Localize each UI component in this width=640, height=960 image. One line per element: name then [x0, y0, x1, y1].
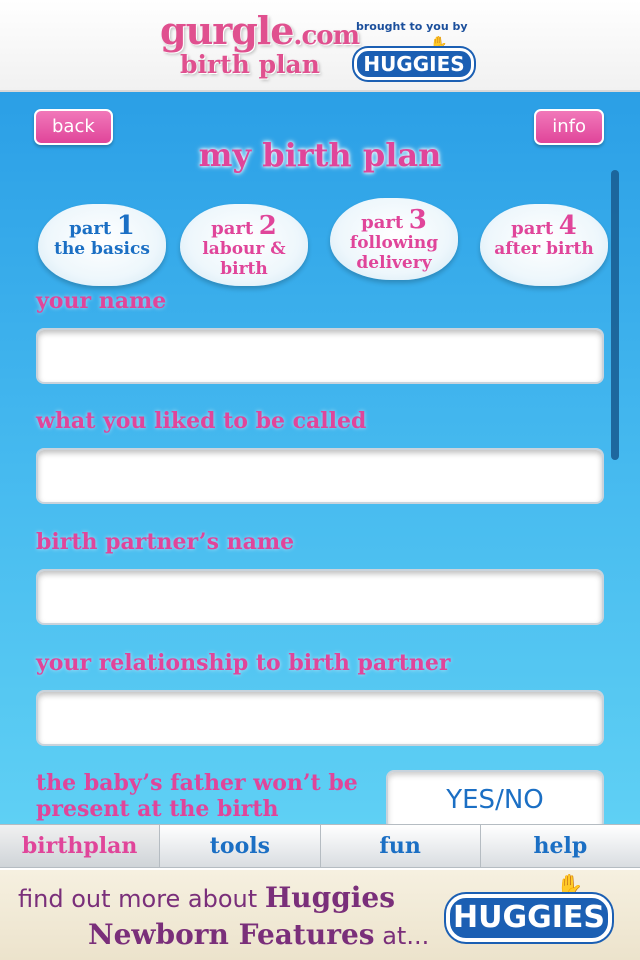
tab-birthplan[interactable]: birthplan	[0, 825, 161, 867]
tab-fun[interactable]: fun	[321, 825, 481, 867]
footer-ad-banner[interactable]: find out more about Huggies Newborn Feat…	[0, 868, 640, 960]
part-number: 3	[408, 205, 427, 235]
brand-main-text: gurgle	[160, 8, 294, 53]
part-label: labour & birth	[202, 239, 286, 279]
footer-feature: Newborn Features	[88, 918, 375, 951]
birth-partner-name-field[interactable]	[36, 569, 604, 625]
brand-subtitle: birth plan	[180, 50, 320, 79]
footer-brand: Huggies	[264, 881, 395, 914]
part-prefix: part	[69, 218, 112, 239]
bottom-tabbar: birthplan tools fun help	[0, 824, 640, 868]
part-label: following delivery	[349, 233, 439, 273]
your-name-label: your name	[36, 288, 167, 314]
part-prefix: part	[361, 212, 404, 233]
tab-part-3[interactable]: part 3 following delivery	[330, 184, 458, 280]
relationship-label: your relationship to birth partner	[36, 650, 451, 676]
part-number: 1	[116, 211, 135, 241]
part-prefix: part	[511, 218, 554, 239]
app-header: gurgle.com birth plan brought to you by …	[0, 0, 640, 92]
tab-tools[interactable]: tools	[160, 825, 321, 867]
tab-part-1[interactable]: part 1 the basics	[38, 190, 166, 286]
part-number: 2	[258, 211, 277, 241]
relationship-field[interactable]	[36, 690, 604, 746]
your-name-field[interactable]	[36, 328, 604, 384]
brought-by-text: brought to you by	[356, 20, 468, 33]
tab-part-2[interactable]: part 2 labour & birth	[180, 190, 308, 286]
part-label: the basics	[54, 239, 150, 259]
footer-text-start: find out more about	[18, 885, 258, 913]
tab-part-4[interactable]: part 4 after birth	[480, 190, 608, 286]
scrollbar[interactable]	[611, 170, 619, 460]
preferred-name-label: what you liked to be called	[36, 408, 367, 434]
gurgle-logo: gurgle.com	[160, 8, 360, 53]
brand-dotcom-text: .com	[293, 21, 360, 51]
part-number: 4	[558, 211, 577, 241]
page-title: my birth plan	[198, 136, 442, 174]
part-label: after birth	[494, 239, 594, 259]
birth-partner-name-label: birth partner’s name	[36, 529, 295, 555]
preferred-name-field[interactable]	[36, 448, 604, 504]
huggies-logo: HUGGIES	[354, 48, 474, 80]
main-content: back info my birth plan part 1 the basic…	[0, 92, 640, 824]
huggies-footer-logo: HUGGIES	[446, 894, 612, 942]
footer-line-2: Newborn Features at...	[18, 917, 448, 954]
father-present-label: the baby’s father won’t be present at th…	[36, 770, 358, 822]
tab-help[interactable]: help	[481, 825, 640, 867]
part-prefix: part	[211, 218, 254, 239]
father-present-toggle[interactable]: YES/NO	[386, 770, 604, 824]
footer-ad-text: find out more about Huggies Newborn Feat…	[18, 880, 448, 954]
footer-text-end: at...	[382, 922, 430, 950]
